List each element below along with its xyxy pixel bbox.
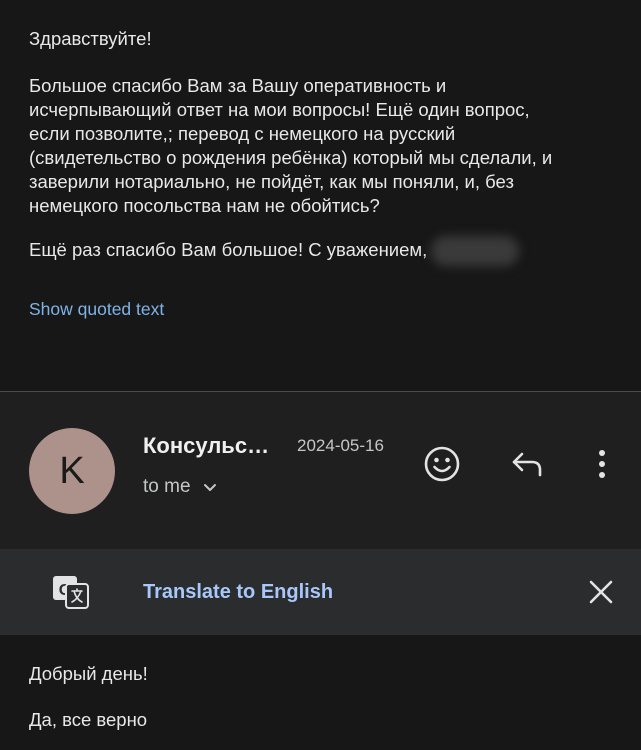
reply-line: Добрый день!: [29, 663, 148, 684]
closing-text: Ещё раз спасибо Вам большое! С уважением…: [29, 236, 619, 266]
greeting-text: Здравствуйте!: [29, 27, 619, 51]
reply-button[interactable]: [505, 442, 549, 486]
emoji-reaction-button[interactable]: [420, 442, 464, 486]
reply-icon: [512, 452, 542, 477]
message-header[interactable]: K Консульс… 2024-05-16 to me: [0, 392, 641, 549]
redacted-name: [431, 236, 520, 266]
previous-message-body: Здравствуйте! Большое спасибо Вам за Ваш…: [0, 0, 641, 391]
translate-icon: G: [51, 572, 91, 612]
close-translate-button[interactable]: [580, 571, 622, 613]
paragraph-line: если позволите,; перевод с немецкого на …: [29, 123, 456, 144]
paragraph-line: заверили нотариально, не пойдёт, как мы …: [29, 171, 514, 192]
paragraph-line: немецкого посольства нам не обойтись?: [29, 195, 380, 216]
reply-line: Да, все верно: [29, 709, 148, 730]
message-date: 2024-05-16: [297, 436, 384, 455]
more-options-button[interactable]: [580, 442, 624, 486]
emoji-reaction-icon: [424, 446, 460, 482]
message-paragraph: Большое спасибо Вам за Вашу оперативност…: [29, 74, 619, 218]
sender-name: Консульс…: [143, 433, 270, 458]
chevron-down-icon: [203, 483, 216, 491]
paragraph-line: Большое спасибо Вам за Вашу оперативност…: [29, 75, 447, 96]
reply-message-body: Добрый день! Да, все верно: [0, 635, 641, 750]
paragraph-line: исчерпывающий ответ на мои вопросы! Ещё …: [29, 99, 530, 120]
avatar[interactable]: K: [29, 428, 115, 514]
translate-bar: G Translate to English: [0, 549, 641, 635]
recipient-details-toggle[interactable]: to me: [143, 476, 218, 498]
closing-line: Ещё раз спасибо Вам большое! С уважением…: [29, 238, 428, 260]
paragraph-line: (свидетельство о рождения ребёнка) котор…: [29, 147, 553, 168]
translate-to-english-link[interactable]: Translate to English: [143, 581, 333, 604]
close-icon: [589, 580, 613, 604]
show-quoted-text-link[interactable]: Show quoted text: [29, 299, 164, 320]
recipient-label: to me: [143, 476, 191, 497]
more-vertical-icon: [599, 450, 605, 478]
greeting-line: Здравствуйте!: [29, 28, 152, 49]
